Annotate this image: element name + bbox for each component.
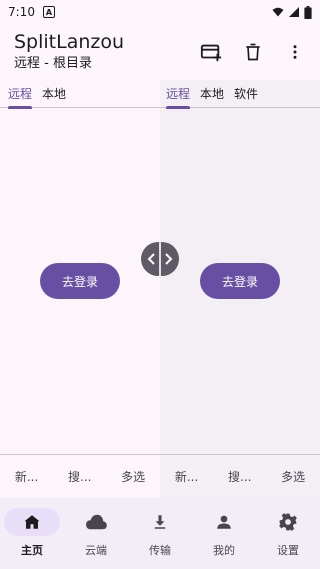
left-multiselect-button[interactable]: 多选 [121,468,145,485]
notification-icon: A [42,6,55,18]
nav-home-label: 主页 [21,544,43,557]
left-login-button[interactable]: 去登录 [40,263,120,299]
right-new-button[interactable]: 新... [175,468,198,485]
signal-icon [289,7,299,17]
gear-icon [279,513,297,531]
left-pane: 远程 本地 去登录 新... 搜... 多选 [0,80,160,498]
delete-button[interactable] [234,36,272,68]
split-divider-handle[interactable] [141,242,179,276]
status-bar: 7:10 A [0,0,320,24]
more-vert-icon [293,45,297,59]
wifi-icon [272,7,284,17]
new-card-button[interactable] [192,36,230,68]
left-new-button[interactable]: 新... [15,468,38,485]
new-card-icon [200,44,222,62]
home-icon [24,515,40,529]
nav-settings[interactable]: 设置 [256,498,320,569]
right-pane-footer: 新... 搜... 多选 [160,454,320,498]
nav-cloud[interactable]: 云端 [64,498,128,569]
chevron-right-icon [165,253,173,265]
nav-home[interactable]: 主页 [0,498,64,569]
cloud-icon [86,514,107,530]
left-search-button[interactable]: 搜... [68,468,91,485]
right-tab-remote[interactable]: 远程 [164,80,192,109]
nav-transfer-label: 传输 [149,544,171,557]
status-time: 7:10 [8,5,35,19]
delete-icon [246,43,260,61]
left-pane-footer: 新... 搜... 多选 [0,454,160,498]
right-login-button[interactable]: 去登录 [200,263,280,299]
right-tab-software[interactable]: 软件 [232,80,260,108]
nav-cloud-label: 云端 [85,544,107,557]
right-tab-local[interactable]: 本地 [198,80,226,108]
nav-mine-label: 我的 [213,544,235,557]
bottom-nav: 主页 云端 传输 我的 设置 [0,498,320,569]
left-tabs: 远程 本地 [0,80,160,109]
right-search-button[interactable]: 搜... [228,468,251,485]
battery-icon [304,5,312,19]
right-tabs: 远程 本地 软件 [160,80,320,109]
nav-settings-label: 设置 [277,544,299,557]
right-multiselect-button[interactable]: 多选 [281,468,305,485]
app-bar: SplitLanzou 远程 - 根目录 [0,24,320,80]
left-tab-remote[interactable]: 远程 [6,80,34,109]
left-tab-local[interactable]: 本地 [40,80,68,108]
nav-mine[interactable]: 我的 [192,498,256,569]
download-icon [154,515,166,529]
chevron-left-icon [147,253,155,265]
nav-transfer[interactable]: 传输 [128,498,192,569]
more-options-button[interactable] [276,36,314,68]
right-pane: 远程 本地 软件 去登录 新... 搜... 多选 [160,80,320,498]
person-icon [217,515,231,529]
